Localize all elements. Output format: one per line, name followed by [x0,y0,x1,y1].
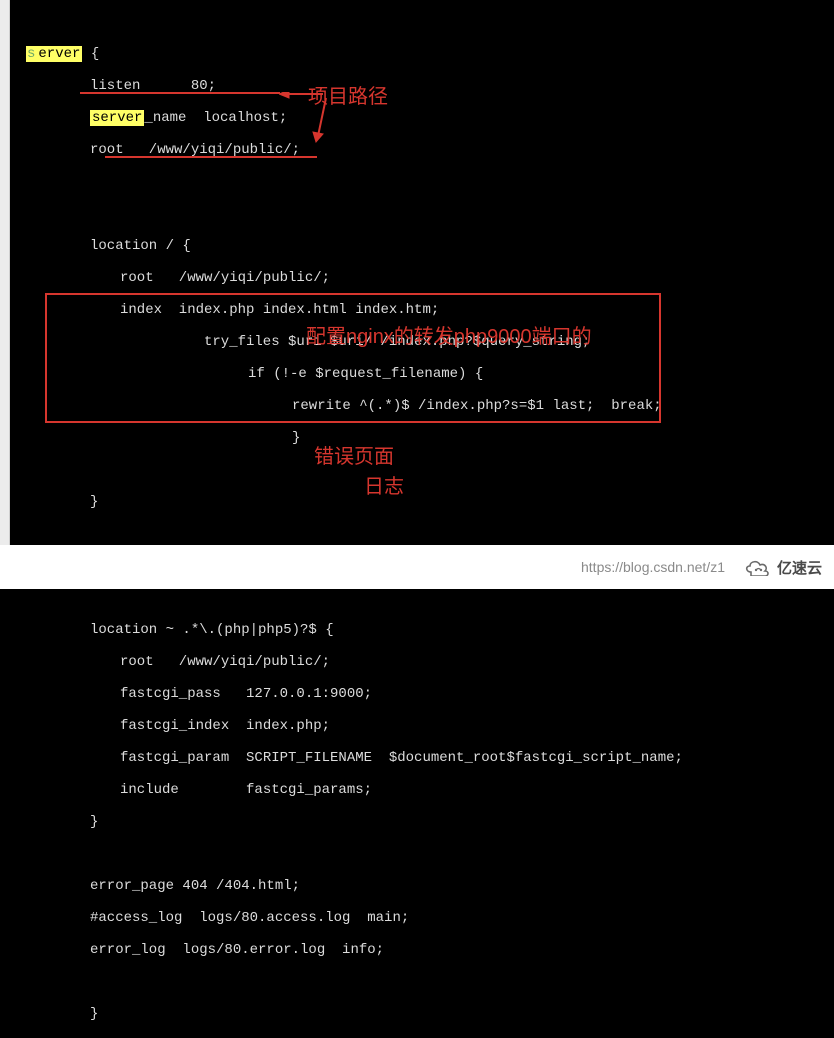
code-line: root /www/yiqi/public/; [10,654,834,670]
annotation-php-forward: 配置nginx的转发php9000端口的 [306,320,592,349]
annotation-text: 配置nginx的转发php9000端口的 [306,326,592,348]
cloud-icon [743,558,771,576]
code-line: fastcgi_index index.php; [10,718,834,734]
code-line: location / { [10,238,834,254]
code-line: include fastcgi_params; [10,782,834,798]
code-line: } [10,430,834,446]
code-line: } [10,494,834,510]
code-text: { [82,46,99,62]
code-editor: server { listen 80; server_name localhos… [10,0,834,545]
code-line: error_log logs/80.error.log info; [10,942,834,958]
code-line: fastcgi_param SCRIPT_FILENAME $document_… [10,750,834,766]
watermark-csdn: https://blog.csdn.net/z1 [581,559,725,575]
code-line: server_name localhost; [10,110,834,126]
code-line [10,462,834,478]
code-line: #access_log logs/80.access.log main; [10,910,834,926]
code-line: server { [10,46,834,62]
underline-root-1 [80,92,280,94]
code-line [10,974,834,990]
code-line: fastcgi_pass 127.0.0.1:9000; [10,686,834,702]
code-line: } [10,814,834,830]
code-line: } [10,1006,834,1022]
scrollbar-gutter [0,0,10,589]
code-line [10,206,834,222]
code-line: location ~ .*\.(php|php5)?$ { [10,622,834,638]
annotation-log: 日志 [364,470,404,499]
code-line [10,590,834,606]
annotation-project-path: 项目路径 [308,80,388,109]
watermark-yisu: 亿速云 [743,557,822,578]
highlight-server: erver [36,46,82,62]
underline-root-2 [105,156,317,158]
watermark-yisu-text: 亿速云 [777,557,822,578]
highlight-server: s [26,46,36,62]
highlight-server: server [90,110,144,126]
code-line: error_page 404 /404.html; [10,878,834,894]
code-line [10,846,834,862]
code-line [10,174,834,190]
code-line: root /www/yiqi/public/; [10,270,834,286]
code-text: _name localhost; [144,110,287,126]
watermark-bar: https://blog.csdn.net/z1 亿速云 [0,545,834,589]
annotation-error-page: 错误页面 [314,440,394,469]
highlight-box-fastcgi [45,293,661,423]
code-line [10,526,834,542]
